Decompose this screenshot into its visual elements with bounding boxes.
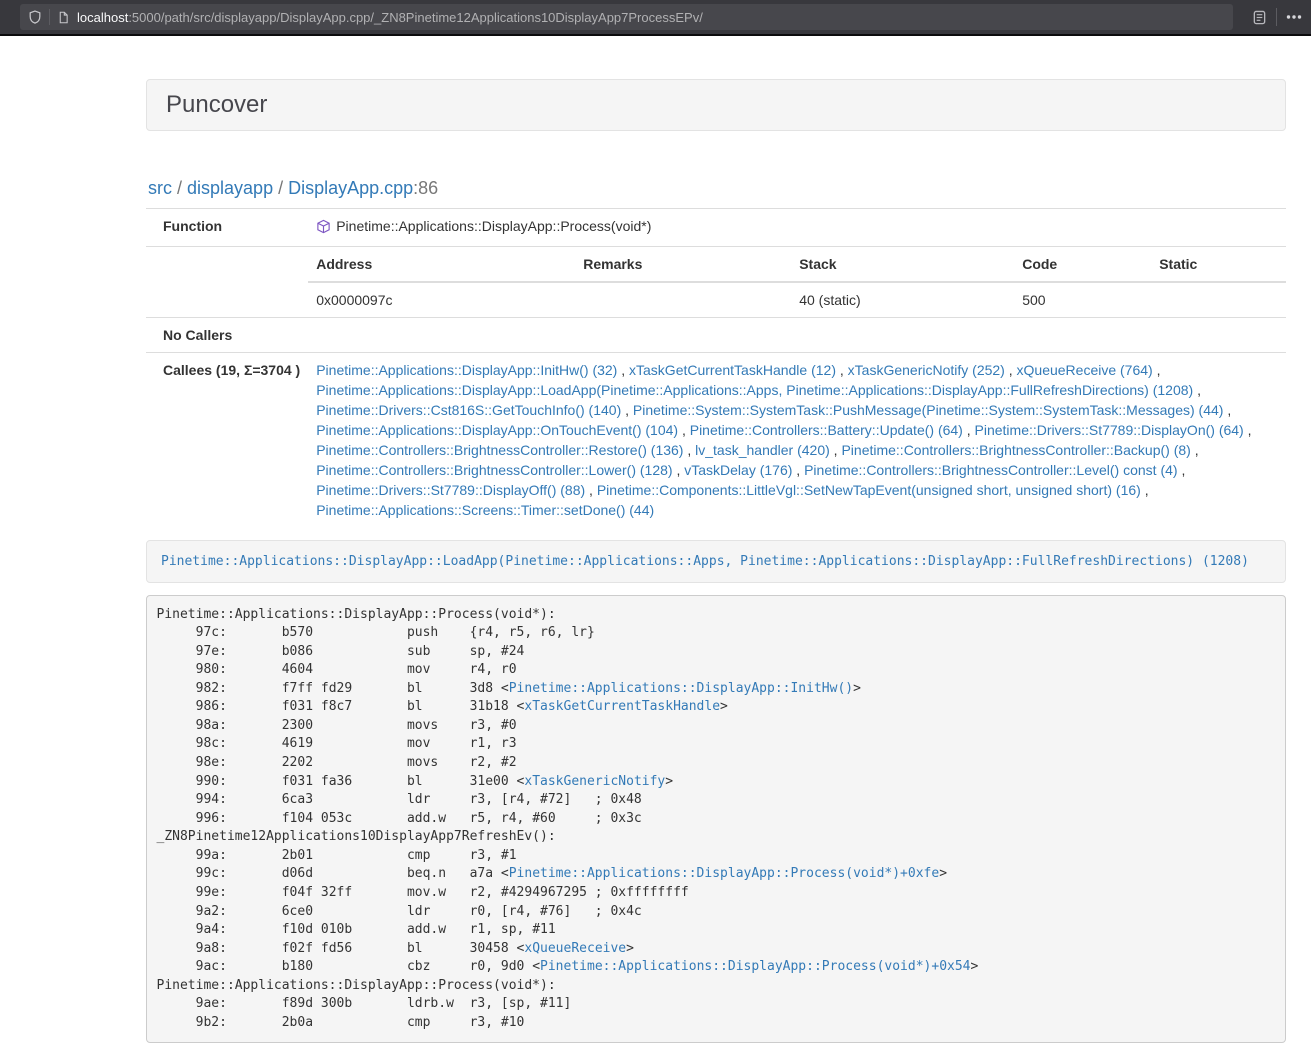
app-header-panel: Puncover	[146, 79, 1286, 131]
breadcrumb-line-number: :86	[413, 178, 438, 198]
breadcrumb-separator: /	[172, 178, 187, 198]
meatball-menu-icon[interactable]	[1285, 0, 1303, 34]
breadcrumb-link[interactable]: displayapp	[187, 178, 273, 198]
callee-link[interactable]: Pinetime::Drivers::St7789::DisplayOn() (…	[975, 422, 1244, 438]
callee-separator: ,	[1178, 462, 1186, 478]
col-static: Static	[1151, 247, 1286, 282]
page-icon	[57, 10, 70, 25]
browser-toolbar: localhost:5000/path/src/displayapp/Displ…	[0, 0, 1311, 36]
page-title: Puncover	[166, 91, 267, 118]
callees-list: Pinetime::Applications::DisplayApp::Init…	[308, 353, 1286, 528]
highlighted-symbol-panel: Pinetime::Applications::DisplayApp::Load…	[146, 540, 1286, 583]
callee-link[interactable]: Pinetime::Applications::DisplayApp::Init…	[316, 362, 617, 378]
table-row: 0x0000097c 40 (static) 500	[308, 282, 1286, 317]
callee-separator: ,	[1153, 362, 1161, 378]
static-value	[1151, 282, 1286, 317]
address-value: 0x0000097c	[308, 282, 575, 317]
callee-separator: ,	[836, 362, 848, 378]
function-name: Pinetime::Applications::DisplayApp::Proc…	[336, 218, 651, 234]
stats-row-label-empty	[146, 247, 308, 318]
callee-separator: ,	[830, 442, 842, 458]
callee-link[interactable]: Pinetime::System::SystemTask::PushMessag…	[633, 402, 1224, 418]
no-callers-row: No Callers	[146, 318, 1286, 353]
callee-link[interactable]: Pinetime::Controllers::BrightnessControl…	[316, 462, 672, 478]
shield-icon[interactable]	[28, 9, 42, 25]
breadcrumb: src / displayapp / DisplayApp.cpp:86	[146, 176, 1286, 208]
function-row: Function Pinetime::Applications::Display…	[146, 209, 1286, 247]
function-name-cell: Pinetime::Applications::DisplayApp::Proc…	[308, 209, 1286, 247]
callee-separator: ,	[1191, 442, 1199, 458]
url-path: :5000/path/src/displayapp/DisplayApp.cpp…	[128, 10, 703, 25]
breadcrumb-link[interactable]: DisplayApp.cpp	[288, 178, 413, 198]
callee-link[interactable]: xTaskGetCurrentTaskHandle (12)	[629, 362, 836, 378]
callee-separator: ,	[673, 462, 685, 478]
url-host: localhost	[77, 10, 128, 25]
stats-row-wrapper: Address Remarks Stack Code Static 0x0000…	[146, 247, 1286, 318]
stats-header-row: Address Remarks Stack Code Static	[308, 247, 1286, 282]
main-content: Puncover src / displayapp / DisplayApp.c…	[146, 79, 1286, 1043]
url-text[interactable]: localhost:5000/path/src/displayapp/Displ…	[77, 10, 703, 25]
urlbar-divider	[49, 9, 50, 25]
callee-separator: ,	[1244, 422, 1252, 438]
symbol-link[interactable]: xTaskGetCurrentTaskHandle	[524, 699, 720, 714]
callee-separator: ,	[585, 482, 597, 498]
col-address: Address	[308, 247, 575, 282]
stats-cell: Address Remarks Stack Code Static 0x0000…	[308, 247, 1286, 318]
callee-link[interactable]: Pinetime::Applications::DisplayApp::OnTo…	[316, 422, 678, 438]
callee-separator: ,	[1005, 362, 1017, 378]
callee-link[interactable]: lv_task_handler (420)	[695, 442, 830, 458]
callee-separator: ,	[963, 422, 975, 438]
symbol-link[interactable]: Pinetime::Applications::DisplayApp::Proc…	[509, 866, 939, 881]
callee-separator: ,	[1223, 402, 1231, 418]
callee-link[interactable]: Pinetime::Controllers::BrightnessControl…	[804, 462, 1177, 478]
col-stack: Stack	[791, 247, 1014, 282]
symbol-link[interactable]: xQueueReceive	[524, 941, 626, 956]
callee-separator: ,	[1193, 382, 1201, 398]
callees-label: Callees (19, Σ=3704 )	[146, 353, 308, 528]
callee-link[interactable]: xQueueReceive (764)	[1017, 362, 1153, 378]
symbol-link[interactable]: Pinetime::Applications::DisplayApp::Init…	[509, 681, 853, 696]
callee-link[interactable]: Pinetime::Components::LittleVgl::SetNewT…	[597, 482, 1141, 498]
breadcrumb-separator: /	[273, 178, 288, 198]
remarks-value	[575, 282, 791, 317]
function-label: Function	[146, 209, 308, 247]
symbol-link[interactable]: xTaskGenericNotify	[524, 774, 665, 789]
callee-link[interactable]: Pinetime::Controllers::BrightnessControl…	[316, 442, 683, 458]
breadcrumb-link[interactable]: src	[148, 178, 172, 198]
disassembly: Pinetime::Applications::DisplayApp::Proc…	[146, 595, 1286, 1043]
callee-link[interactable]: Pinetime::Controllers::BrightnessControl…	[841, 442, 1190, 458]
callee-separator: ,	[792, 462, 804, 478]
reader-mode-icon[interactable]	[1252, 0, 1267, 34]
code-value: 500	[1014, 282, 1151, 317]
no-callers-label: No Callers	[146, 318, 308, 353]
callee-separator: ,	[1141, 482, 1149, 498]
callee-link[interactable]: Pinetime::Drivers::Cst816S::GetTouchInfo…	[316, 402, 621, 418]
callee-link[interactable]: Pinetime::Applications::DisplayApp::Load…	[316, 382, 1193, 398]
toolbar-divider	[1276, 0, 1277, 34]
callee-link[interactable]: xTaskGenericNotify (252)	[848, 362, 1005, 378]
no-callers-cell	[308, 318, 1286, 353]
stats-table: Address Remarks Stack Code Static 0x0000…	[308, 247, 1286, 317]
stack-value: 40 (static)	[791, 282, 1014, 317]
callees-row: Callees (19, Σ=3704 ) Pinetime::Applicat…	[146, 353, 1286, 528]
symbol-link[interactable]: Pinetime::Applications::DisplayApp::Proc…	[540, 959, 970, 974]
url-bar[interactable]: localhost:5000/path/src/displayapp/Displ…	[20, 4, 1233, 30]
package-icon	[316, 219, 331, 239]
callee-separator: ,	[683, 442, 695, 458]
callee-separator: ,	[617, 362, 629, 378]
callee-link[interactable]: vTaskDelay (176)	[684, 462, 792, 478]
function-info-table: Function Pinetime::Applications::Display…	[146, 208, 1286, 527]
callee-link[interactable]: Pinetime::Applications::Screens::Timer::…	[316, 502, 654, 518]
col-remarks: Remarks	[575, 247, 791, 282]
highlighted-symbol-link[interactable]: Pinetime::Applications::DisplayApp::Load…	[161, 554, 1249, 569]
callee-link[interactable]: Pinetime::Drivers::St7789::DisplayOff() …	[316, 482, 585, 498]
callee-separator: ,	[621, 402, 633, 418]
col-code: Code	[1014, 247, 1151, 282]
callee-separator: ,	[678, 422, 690, 438]
callee-link[interactable]: Pinetime::Controllers::Battery::Update()…	[690, 422, 963, 438]
